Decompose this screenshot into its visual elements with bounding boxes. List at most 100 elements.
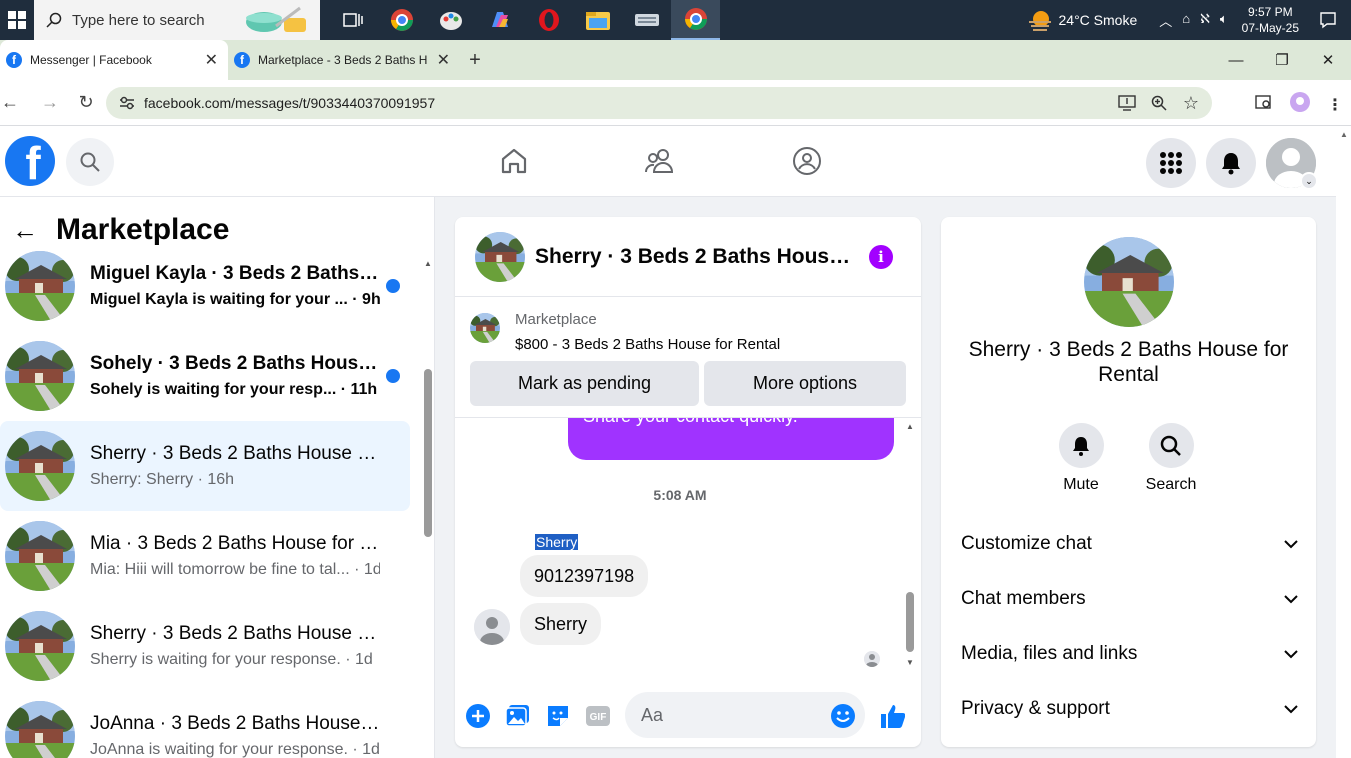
back-button[interactable]: ← <box>0 80 20 126</box>
browser-tab-marketplace[interactable]: f Marketplace - 3 Beds 2 Baths H ✕ <box>228 40 460 80</box>
forward-button[interactable]: → <box>32 80 68 126</box>
facebook-logo-icon[interactable]: f <box>5 136 55 186</box>
conversation-item[interactable]: Miguel Kayla · 3 Beds 2 Baths ... Miguel … <box>0 241 410 331</box>
close-tab-icon[interactable]: ✕ <box>205 50 218 70</box>
friends-nav-icon[interactable] <box>635 136 685 186</box>
scroll-down-arrow-icon[interactable]: ▼ <box>906 658 914 667</box>
search-action[interactable]: Search <box>1131 423 1211 494</box>
mute-label: Mute <box>1063 476 1099 493</box>
marketplace-label: Marketplace <box>515 311 597 328</box>
menu-grid-button[interactable] <box>1146 138 1196 188</box>
groups-nav-icon[interactable] <box>782 136 832 186</box>
network-icon[interactable]: ⌂ <box>1182 11 1190 30</box>
conversation-item[interactable]: Sherry · 3 Beds 2 Baths House fo... Sherr… <box>0 421 410 511</box>
windows-start-button[interactable] <box>0 0 34 40</box>
sender-avatar[interactable] <box>474 609 510 645</box>
home-nav-icon[interactable] <box>489 136 539 186</box>
scroll-up-arrow-icon[interactable]: ▲ <box>906 422 914 431</box>
browser-menu-icon[interactable]: ⋮ <box>1327 95 1343 115</box>
language-icon[interactable]: ℵ <box>1200 11 1210 30</box>
conversation-list-panel: ← Marketplace Miguel Kayla · 3 Beds 2 Ba… <box>0 197 435 758</box>
incoming-message-bubble[interactable]: 9012397198 <box>520 555 649 597</box>
notifications-button[interactable] <box>1206 138 1256 188</box>
tab-search-icon[interactable] <box>1255 94 1273 115</box>
opera-app-icon[interactable] <box>524 0 573 40</box>
customize-chat-section[interactable]: Customize chat <box>961 524 1301 564</box>
file-explorer-app-icon[interactable] <box>573 0 622 40</box>
zoom-icon[interactable] <box>1150 94 1168 112</box>
conversation-item[interactable]: JoAnna · 3 Beds 2 Baths House f... JoAnna… <box>0 691 410 758</box>
photo-gallery-icon[interactable] <box>505 703 531 729</box>
minimize-button[interactable]: — <box>1213 40 1259 80</box>
page-scrollbar[interactable]: ▲ <box>1336 126 1351 758</box>
keyboard-app-icon[interactable] <box>622 0 671 40</box>
add-plus-icon[interactable] <box>465 703 491 729</box>
outgoing-message-bubble[interactable]: Share your contact quickly. <box>568 417 894 460</box>
message-input[interactable] <box>625 692 865 738</box>
profile-avatar-icon[interactable] <box>1289 91 1311 118</box>
chevron-up-icon[interactable]: ︿ <box>1159 11 1172 30</box>
chevron-down-icon <box>1281 699 1301 719</box>
chrome-app-icon-active[interactable] <box>671 0 720 40</box>
reload-button[interactable]: ↻ <box>68 80 104 126</box>
listing-title[interactable]: $800 - 3 Beds 2 Baths House for Rental <box>515 336 780 353</box>
emoji-icon[interactable] <box>830 703 856 729</box>
more-options-button[interactable]: More options <box>704 361 906 406</box>
weather-text[interactable]: 24°C Smoke <box>1059 12 1138 28</box>
privacy-support-section[interactable]: Privacy & support <box>961 689 1301 729</box>
conversation-item[interactable]: Sherry · 3 Beds 2 Baths House fo... Sherr… <box>0 601 410 691</box>
chat-members-section[interactable]: Chat members <box>961 579 1301 619</box>
close-tab-icon[interactable]: ✕ <box>437 50 450 70</box>
seen-indicator-avatar <box>864 651 880 667</box>
bookmark-star-icon[interactable]: ☆ <box>1182 93 1200 113</box>
clock-date: 07-May-25 <box>1241 21 1299 35</box>
search-icon <box>1160 435 1181 456</box>
conversation-scrollbar[interactable]: ▲ <box>424 259 432 758</box>
sticker-icon[interactable] <box>545 703 571 729</box>
weather-icon[interactable] <box>1027 8 1053 32</box>
tab-title: Marketplace - 3 Beds 2 Baths H <box>258 53 428 67</box>
incoming-message-bubble[interactable]: Sherry <box>520 603 602 645</box>
browser-tab-messenger[interactable]: f Messenger | Facebook ✕ <box>0 40 228 80</box>
mute-action[interactable]: Mute <box>1041 423 1121 494</box>
info-icon[interactable]: i <box>869 245 893 269</box>
account-chevron-icon[interactable]: ⌄ <box>1300 172 1318 190</box>
message-timestamp: 5:08 AM <box>653 487 707 503</box>
scroll-up-arrow-icon[interactable]: ▲ <box>1340 130 1348 139</box>
section-label: Customize chat <box>961 533 1092 554</box>
chat-avatar[interactable] <box>475 232 525 282</box>
new-tab-button[interactable]: + <box>460 40 490 80</box>
mark-as-pending-button[interactable]: Mark as pending <box>470 361 699 406</box>
install-app-icon[interactable] <box>1118 94 1136 112</box>
unread-indicator <box>386 369 400 383</box>
taskbar-search-box[interactable]: Type here to search <box>34 0 320 40</box>
conversation-name: Sohely · 3 Beds 2 Baths House ... <box>90 353 380 374</box>
chrome-profile-app-icon[interactable] <box>377 0 426 40</box>
conversation-item[interactable]: Sohely · 3 Beds 2 Baths House ... Sohely … <box>0 331 410 421</box>
site-settings-icon[interactable] <box>118 94 136 112</box>
chat-scrollbar[interactable]: ▲ ▼ <box>906 422 914 667</box>
volume-icon[interactable]: 🔈︎ <box>1220 11 1228 30</box>
copilot-app-icon[interactable] <box>475 0 524 40</box>
chat-title[interactable]: Sherry · 3 Beds 2 Baths House ... <box>535 245 855 269</box>
address-bar[interactable]: facebook.com/messages/t/9033440370091957… <box>106 87 1212 119</box>
listing-thumbnail[interactable] <box>470 313 500 343</box>
scrollbar-thumb[interactable] <box>424 369 432 537</box>
browser-tab-strip: f Messenger | Facebook ✕ f Marketplace -… <box>0 40 1351 80</box>
notification-center-icon[interactable] <box>1313 11 1343 29</box>
media-files-links-section[interactable]: Media, files and links <box>961 634 1301 674</box>
facebook-search-button[interactable] <box>66 138 114 186</box>
gif-icon[interactable]: GIF <box>585 703 611 729</box>
contact-avatar[interactable] <box>1084 237 1174 327</box>
restore-button[interactable]: ❐ <box>1259 40 1305 80</box>
conversation-item[interactable]: Mia · 3 Beds 2 Baths House for R... Mia: … <box>0 511 410 601</box>
task-view-icon[interactable] <box>328 0 377 40</box>
conversation-name: Sherry · 3 Beds 2 Baths House fo... <box>90 443 380 464</box>
scrollbar-thumb[interactable] <box>906 592 914 652</box>
chevron-down-icon <box>1281 534 1301 554</box>
scroll-up-arrow-icon[interactable]: ▲ <box>424 259 432 268</box>
paint-app-icon[interactable] <box>426 0 475 40</box>
system-clock[interactable]: 9:57 PM 07-May-25 <box>1242 4 1299 36</box>
thumbs-up-icon[interactable] <box>879 703 905 729</box>
close-window-button[interactable]: ✕ <box>1305 40 1351 80</box>
